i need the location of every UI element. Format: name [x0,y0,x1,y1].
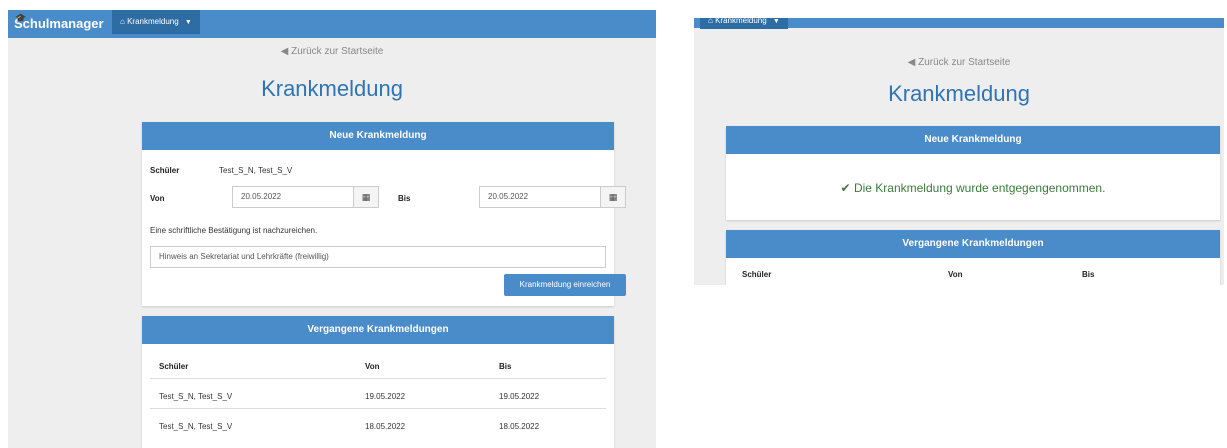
divider [150,408,606,409]
from-label: Von [150,194,165,203]
past-reports-card: Vergangene Krankmeldungen Schüler Von Bi… [142,316,614,448]
back-link[interactable]: ◀ Zurück zur Startseite [694,57,1224,68]
col-student: Schüler [159,362,189,371]
new-report-header: Neue Krankmeldung [142,122,614,150]
student-value: Test_S_N, Test_S_V [219,166,293,175]
graduation-cap-icon: 🎓 [15,13,27,23]
new-report-card: Neue Krankmeldung ✔ Die Krankmeldung wur… [726,126,1220,220]
page-title: Krankmeldung [888,81,1030,106]
from-date-input[interactable]: 20.05.2022 [232,186,354,208]
page-title: Krankmeldung [261,76,403,101]
hint-input[interactable]: Hinweis an Sekretariat und Lehrkräfte (f… [150,246,606,268]
brand[interactable]: 🎓 Schulmanager [14,11,104,37]
back-link-label: Zurück zur Startseite [918,57,1011,68]
submit-button[interactable]: Krankmeldung einreichen [504,274,626,296]
nav-menu-krankmeldung[interactable]: ⌂ Krankmeldung ▼ [112,10,200,34]
student-label: Schüler [150,166,180,175]
cell-from: 18.05.2022 [365,422,406,431]
divider [150,378,606,379]
check-icon: ✔ [840,181,851,195]
home-icon: ⌂ [708,18,713,25]
confirmation-note: Eine schriftliche Bestätigung ist nachzu… [150,226,318,235]
navbar: 🎓 Schulmanager ⌂ Krankmeldung ▼ [8,10,656,38]
cell-from: 19.05.2022 [365,392,406,401]
to-date-input[interactable]: 20.05.2022 [479,186,601,208]
col-to: Bis [499,362,512,371]
calendar-icon: ▦ [361,192,371,202]
cell-student: Test_S_N, Test_S_V [159,392,233,401]
past-reports-header: Vergangene Krankmeldungen [726,230,1220,258]
cell-student: Test_S_N, Test_S_V [159,422,233,431]
col-from: Von [365,362,380,371]
new-report-header: Neue Krankmeldung [726,126,1220,154]
new-report-card: Neue Krankmeldung Schüler Test_S_N, Test… [142,122,626,306]
calendar-icon: ▦ [608,192,618,202]
screen-confirmation: ⌂ Krankmeldung ▼ ◀ Zurück zur Startseite… [694,18,1224,285]
success-text: Die Krankmeldung wurde entgegengenommen. [853,181,1106,195]
back-link[interactable]: ◀ Zurück zur Startseite [8,46,656,57]
arrow-circle-left-icon: ◀ [907,57,916,68]
brand-label: Schulmanager [14,16,104,31]
to-calendar-button[interactable]: ▦ [600,186,626,208]
screen-form: 🎓 Schulmanager ⌂ Krankmeldung ▼ ◀ Zurück… [8,10,656,448]
nav-menu-label: Krankmeldung [127,17,179,26]
to-label: Bis [398,194,411,203]
success-message: ✔ Die Krankmeldung wurde entgegengenomme… [726,181,1220,195]
nav-menu-label: Krankmeldung [715,18,767,25]
nav-menu-krankmeldung[interactable]: ⌂ Krankmeldung ▼ [700,18,788,29]
col-to: Bis [1082,270,1095,279]
home-icon: ⌂ [120,17,125,26]
past-reports-card: Vergangene Krankmeldungen Schüler Von Bi… [726,230,1220,285]
navbar: ⌂ Krankmeldung ▼ [694,18,1224,29]
col-from: Von [948,270,963,279]
cell-to: 19.05.2022 [499,392,540,401]
caret-down-icon: ▼ [772,18,780,25]
cell-to: 18.05.2022 [499,422,540,431]
arrow-circle-left-icon: ◀ [280,46,289,57]
from-calendar-button[interactable]: ▦ [353,186,379,208]
caret-down-icon: ▼ [184,19,192,26]
col-student: Schüler [742,270,772,279]
back-link-label: Zurück zur Startseite [291,46,384,57]
past-reports-header: Vergangene Krankmeldungen [142,316,614,344]
